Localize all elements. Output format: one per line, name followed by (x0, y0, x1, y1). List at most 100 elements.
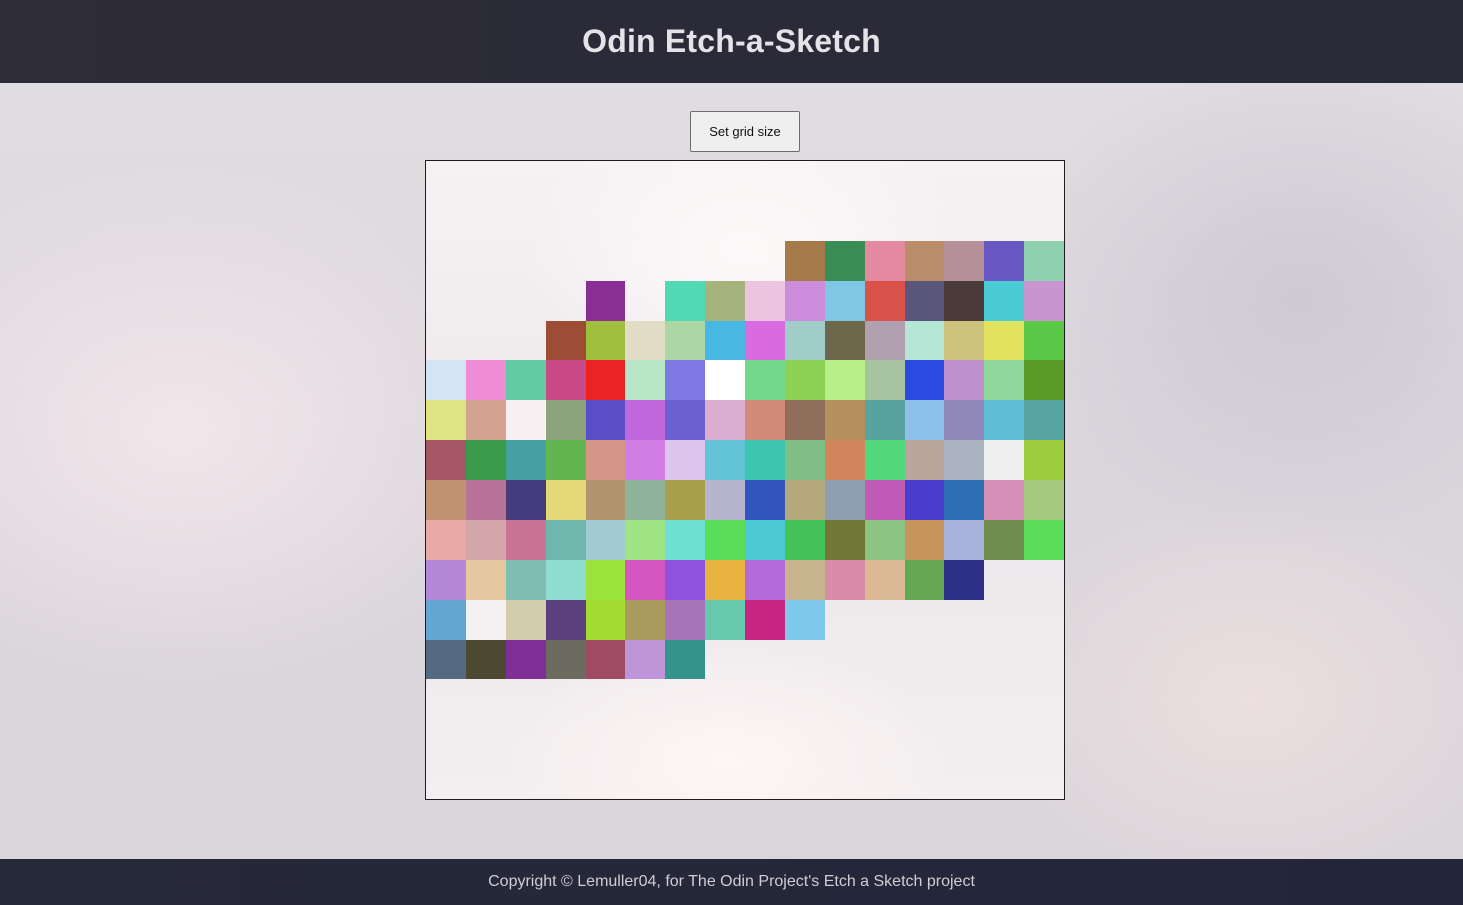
grid-cell[interactable] (784, 360, 825, 401)
grid-cell[interactable] (585, 400, 626, 441)
grid-cell[interactable] (665, 201, 705, 241)
grid-cell[interactable] (545, 519, 586, 560)
grid-cell[interactable] (984, 640, 1024, 680)
grid-cell[interactable] (1024, 400, 1064, 441)
grid-cell[interactable] (745, 161, 785, 201)
grid-cell[interactable] (546, 679, 586, 719)
grid-cell[interactable] (426, 400, 466, 441)
grid-cell[interactable] (864, 480, 905, 520)
grid-cell[interactable] (586, 161, 626, 201)
set-grid-size-button[interactable]: Set grid size (690, 111, 800, 152)
grid-cell[interactable] (745, 201, 785, 241)
grid-cell[interactable] (984, 400, 1025, 441)
grid-cell[interactable] (785, 161, 825, 201)
grid-cell[interactable] (506, 321, 546, 361)
grid-cell[interactable] (784, 320, 825, 361)
grid-cell[interactable] (665, 679, 705, 719)
grid-cell[interactable] (665, 241, 705, 281)
grid-cell[interactable] (824, 360, 865, 401)
grid-cell[interactable] (865, 161, 905, 201)
grid-cell[interactable] (865, 640, 905, 680)
grid-cell[interactable] (705, 360, 745, 401)
grid-cell[interactable] (505, 440, 546, 480)
grid-cell[interactable] (1024, 519, 1064, 560)
grid-cell[interactable] (705, 241, 745, 281)
grid-cell[interactable] (705, 440, 745, 480)
grid-cell[interactable] (1024, 679, 1064, 719)
grid-cell[interactable] (426, 161, 466, 201)
grid-cell[interactable] (825, 719, 865, 759)
grid-cell[interactable] (505, 519, 546, 560)
grid-cell[interactable] (545, 599, 586, 640)
grid-cell[interactable] (705, 519, 745, 560)
grid-cell[interactable] (585, 559, 626, 600)
grid-cell[interactable] (904, 400, 945, 441)
grid-cell[interactable] (506, 161, 546, 201)
grid-cell[interactable] (505, 480, 546, 520)
grid-cell[interactable] (944, 480, 985, 520)
grid-cell[interactable] (824, 559, 865, 600)
grid-cell[interactable] (864, 320, 905, 361)
grid-cell[interactable] (426, 639, 466, 680)
sketch-grid[interactable] (426, 161, 1064, 799)
grid-cell[interactable] (586, 759, 626, 799)
grid-cell[interactable] (705, 719, 745, 759)
grid-cell[interactable] (505, 559, 546, 600)
grid-cell[interactable] (705, 480, 745, 520)
grid-cell[interactable] (426, 519, 466, 560)
grid-cell[interactable] (745, 400, 785, 441)
grid-cell[interactable] (665, 480, 706, 520)
grid-cell[interactable] (585, 599, 626, 640)
grid-cell[interactable] (864, 559, 905, 600)
grid-cell[interactable] (745, 480, 785, 520)
grid-cell[interactable] (944, 201, 984, 241)
grid-cell[interactable] (665, 559, 706, 600)
grid-cell[interactable] (625, 599, 666, 640)
grid-cell[interactable] (784, 400, 825, 441)
grid-cell[interactable] (465, 440, 506, 480)
grid-cell[interactable] (944, 719, 984, 759)
grid-cell[interactable] (426, 559, 466, 600)
grid-cell[interactable] (426, 719, 466, 759)
grid-cell[interactable] (1024, 600, 1064, 640)
grid-cell[interactable] (984, 240, 1025, 281)
grid-cell[interactable] (546, 759, 586, 799)
grid-cell[interactable] (904, 480, 945, 520)
grid-cell[interactable] (745, 519, 785, 560)
grid-cell[interactable] (505, 400, 546, 441)
grid-cell[interactable] (506, 759, 546, 799)
grid-cell[interactable] (625, 480, 666, 520)
grid-cell[interactable] (545, 400, 586, 441)
grid-cell[interactable] (944, 360, 985, 401)
grid-cell[interactable] (785, 759, 825, 799)
grid-cell[interactable] (824, 519, 865, 560)
grid-cell[interactable] (984, 280, 1025, 321)
grid-cell[interactable] (665, 519, 706, 560)
grid-cell[interactable] (665, 639, 706, 680)
grid-cell[interactable] (745, 719, 785, 759)
grid-cell[interactable] (465, 360, 506, 401)
grid-cell[interactable] (825, 600, 865, 640)
grid-cell[interactable] (745, 320, 785, 361)
grid-cell[interactable] (466, 719, 506, 759)
grid-cell[interactable] (546, 719, 586, 759)
grid-cell[interactable] (824, 480, 865, 520)
grid-cell[interactable] (784, 280, 825, 321)
grid-cell[interactable] (824, 280, 865, 321)
grid-cell[interactable] (665, 440, 706, 480)
grid-cell[interactable] (905, 759, 945, 799)
grid-cell[interactable] (944, 559, 985, 600)
grid-cell[interactable] (705, 161, 745, 201)
grid-cell[interactable] (864, 400, 905, 441)
grid-cell[interactable] (905, 600, 945, 640)
grid-cell[interactable] (984, 320, 1025, 361)
grid-cell[interactable] (545, 559, 586, 600)
grid-cell[interactable] (784, 440, 825, 480)
grid-cell[interactable] (545, 480, 586, 520)
grid-cell[interactable] (904, 519, 945, 560)
grid-cell[interactable] (944, 679, 984, 719)
grid-cell[interactable] (625, 360, 666, 401)
grid-cell[interactable] (984, 201, 1024, 241)
grid-cell[interactable] (585, 280, 626, 321)
grid-cell[interactable] (665, 400, 706, 441)
